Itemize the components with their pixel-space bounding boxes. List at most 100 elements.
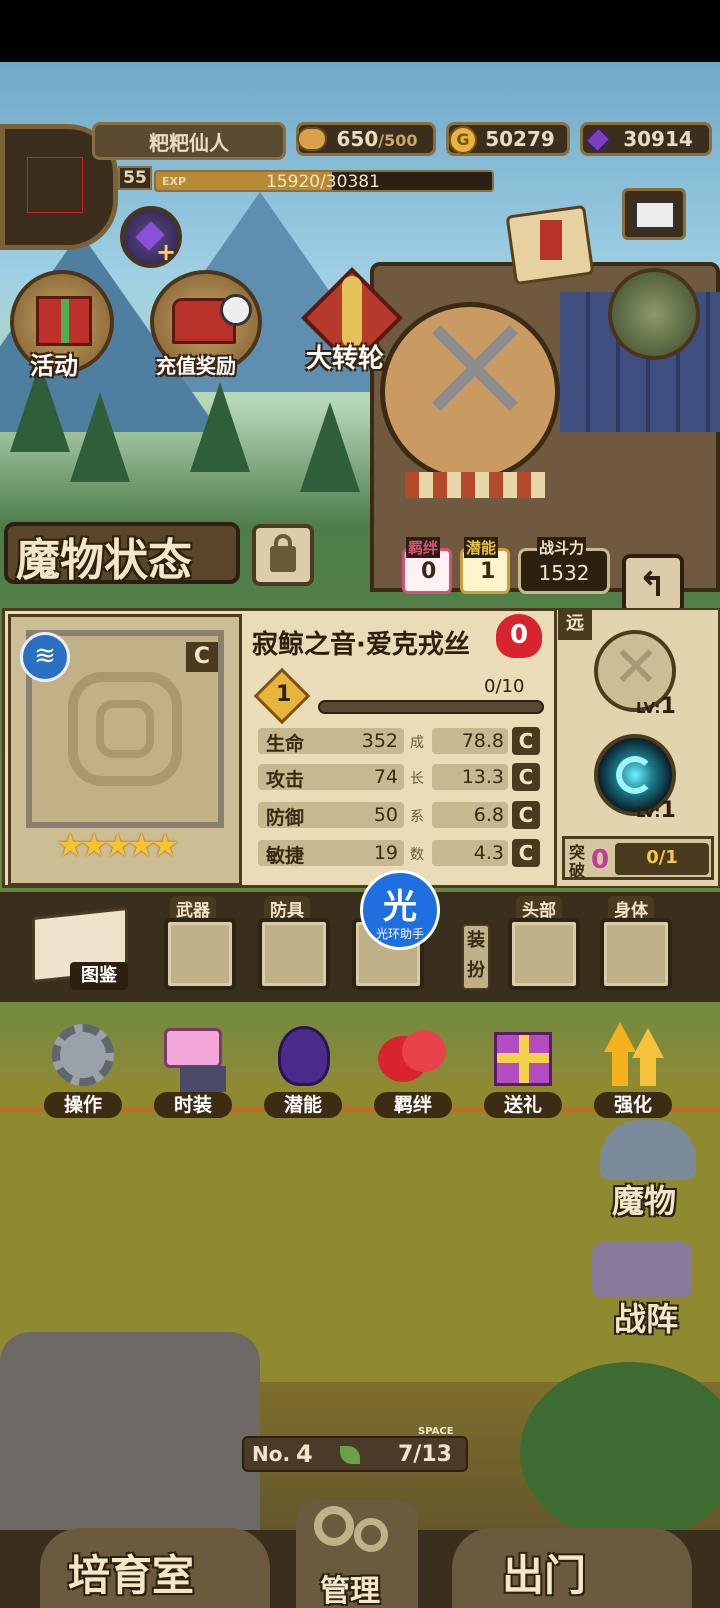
exp-value: 15920/30381 bbox=[266, 172, 380, 192]
range-tag: 远 bbox=[558, 610, 592, 640]
fashion-button[interactable]: 时装 bbox=[154, 1022, 232, 1118]
rank-value: 1 bbox=[276, 682, 292, 707]
catalog-button[interactable]: 图鉴 bbox=[26, 902, 136, 994]
growth-label-char: 系 bbox=[410, 809, 424, 825]
lock-button[interactable] bbox=[252, 524, 314, 586]
rank-progress-bar bbox=[318, 700, 544, 714]
head-tab: 头部 bbox=[516, 896, 562, 921]
gold-pill[interactable]: G 50279 bbox=[446, 122, 570, 156]
manage-button[interactable]: 管理 bbox=[296, 1500, 418, 1608]
gift-icon bbox=[494, 1032, 552, 1086]
quest-scroll-icon[interactable] bbox=[500, 200, 610, 296]
pine-tree bbox=[70, 392, 130, 482]
operation-button[interactable]: 操作 bbox=[44, 1022, 122, 1118]
keys-icon bbox=[354, 1518, 388, 1552]
leaf-icon bbox=[340, 1446, 360, 1464]
backpack-icon[interactable] bbox=[608, 268, 700, 360]
growth-value: 13.3 bbox=[461, 766, 504, 788]
bond-button[interactable]: 羁绊 bbox=[374, 1022, 452, 1118]
gold-value: 50279 bbox=[485, 127, 555, 151]
manage-label: 管理 bbox=[320, 1574, 380, 1608]
assistant-overlay-button[interactable]: 光 光环助手 bbox=[360, 870, 440, 950]
body-slot[interactable] bbox=[600, 918, 672, 990]
skill-1-level: LV:1 bbox=[636, 694, 676, 719]
stat-name: 生命 bbox=[266, 733, 305, 755]
exit-label: 出门 bbox=[502, 1551, 587, 1600]
gem-icon bbox=[584, 126, 612, 154]
empty-skill-x-icon: ✕ bbox=[612, 635, 660, 700]
enhance-label: 强化 bbox=[594, 1092, 672, 1118]
formation-label: 战阵 bbox=[614, 1300, 679, 1338]
back-button[interactable]: ↰ bbox=[622, 554, 684, 614]
growth-grade-c-icon: C bbox=[512, 763, 540, 791]
weapon-slot[interactable] bbox=[164, 918, 236, 990]
stamina-pill[interactable]: 650/500 bbox=[296, 122, 436, 156]
space-value: 7/13 bbox=[398, 1442, 452, 1467]
stat-row-atk: 攻击 74 长 13.3 C bbox=[250, 762, 542, 792]
growth-grade-c-icon: C bbox=[512, 839, 540, 867]
exp-bar: EXP 15920/30381 bbox=[154, 170, 494, 192]
armor-slot[interactable] bbox=[258, 918, 330, 990]
growth-value: 6.8 bbox=[473, 804, 504, 826]
growth-value: 4.3 bbox=[473, 842, 504, 864]
enhance-button[interactable]: 强化 bbox=[594, 1022, 672, 1118]
dress-up-label: 装 扮 bbox=[462, 924, 490, 990]
stat-value: 19 bbox=[373, 842, 398, 864]
armor-tab: 防具 bbox=[264, 896, 310, 921]
potential-value: 1 bbox=[480, 559, 496, 584]
plus-icon: + bbox=[156, 238, 177, 266]
stat-name: 防御 bbox=[266, 807, 305, 829]
mail-icon[interactable] bbox=[622, 188, 686, 240]
gift-box-icon bbox=[36, 296, 92, 346]
bush bbox=[520, 1362, 720, 1542]
buy-gems-button[interactable]: + bbox=[120, 206, 182, 268]
bond-label-btn: 羁绊 bbox=[374, 1092, 452, 1118]
growth-grade-c-icon: C bbox=[512, 727, 540, 755]
avatar[interactable] bbox=[27, 157, 83, 213]
skill-lv-num: 1 bbox=[660, 694, 676, 719]
nursery-button[interactable]: 培育室 bbox=[40, 1528, 270, 1608]
gift-button[interactable]: 送礼 bbox=[484, 1022, 562, 1118]
star-rating: ★★★★★ bbox=[56, 826, 179, 864]
heart-badge[interactable]: 0 bbox=[494, 614, 544, 662]
potential-button[interactable]: 潜能 bbox=[264, 1022, 342, 1118]
stat-row-agi: 敏捷 19 数 4.3 C bbox=[250, 838, 542, 868]
stat-value: 352 bbox=[361, 730, 398, 752]
player-name-plate[interactable]: 粑粑仙人 bbox=[92, 122, 286, 160]
base-info-bar: No. 4 SPACE 7/13 bbox=[242, 1426, 468, 1472]
bond-badge[interactable]: 羁绊 0 bbox=[402, 537, 452, 594]
breakthrough-box[interactable]: 突 破 0 0/1 bbox=[562, 836, 714, 880]
monster-name: 寂鲸之音·爱克戎丝 bbox=[252, 630, 470, 660]
back-arrow-icon: ↰ bbox=[638, 565, 667, 605]
player-name: 粑粑仙人 bbox=[149, 130, 229, 155]
fashion-label: 时装 bbox=[154, 1092, 232, 1118]
catalog-label: 图鉴 bbox=[70, 962, 128, 990]
demon-icon bbox=[278, 1026, 330, 1086]
gold-coin-icon: G bbox=[449, 126, 477, 154]
growth-grade-c-icon: C bbox=[512, 801, 540, 829]
assistant-label: 光环助手 bbox=[375, 927, 424, 941]
skill-lv-label: LV: bbox=[636, 803, 661, 821]
water-element-icon: ≋ bbox=[20, 632, 70, 682]
space-label: SPACE bbox=[418, 1426, 454, 1437]
growth-label-char: 成 bbox=[410, 735, 424, 751]
monster-group-icon bbox=[600, 1120, 696, 1180]
stamina-value: 650 bbox=[336, 127, 379, 151]
status-bar-area bbox=[0, 0, 720, 62]
assistant-icon: 光 bbox=[383, 887, 417, 927]
wheel-label: 大转轮 bbox=[306, 344, 385, 374]
keys-icon bbox=[314, 1506, 354, 1546]
level-badge: 55 bbox=[118, 166, 152, 190]
event-label: 活动 bbox=[30, 352, 78, 380]
monsters-side-button[interactable]: 魔物 bbox=[590, 1120, 710, 1220]
exit-button[interactable]: 出门 bbox=[452, 1528, 692, 1608]
potential-badge[interactable]: 潜能 1 bbox=[460, 537, 510, 594]
stat-value: 74 bbox=[373, 766, 398, 788]
formation-side-button[interactable]: 战阵 bbox=[582, 1232, 710, 1342]
head-slot[interactable] bbox=[508, 918, 580, 990]
weapon-tab: 武器 bbox=[170, 896, 216, 921]
growth-value: 78.8 bbox=[461, 730, 504, 752]
growth-label-char: 数 bbox=[410, 847, 424, 863]
gem-pill[interactable]: 30914 bbox=[580, 122, 712, 156]
page-title: 魔物状态 bbox=[16, 535, 192, 586]
